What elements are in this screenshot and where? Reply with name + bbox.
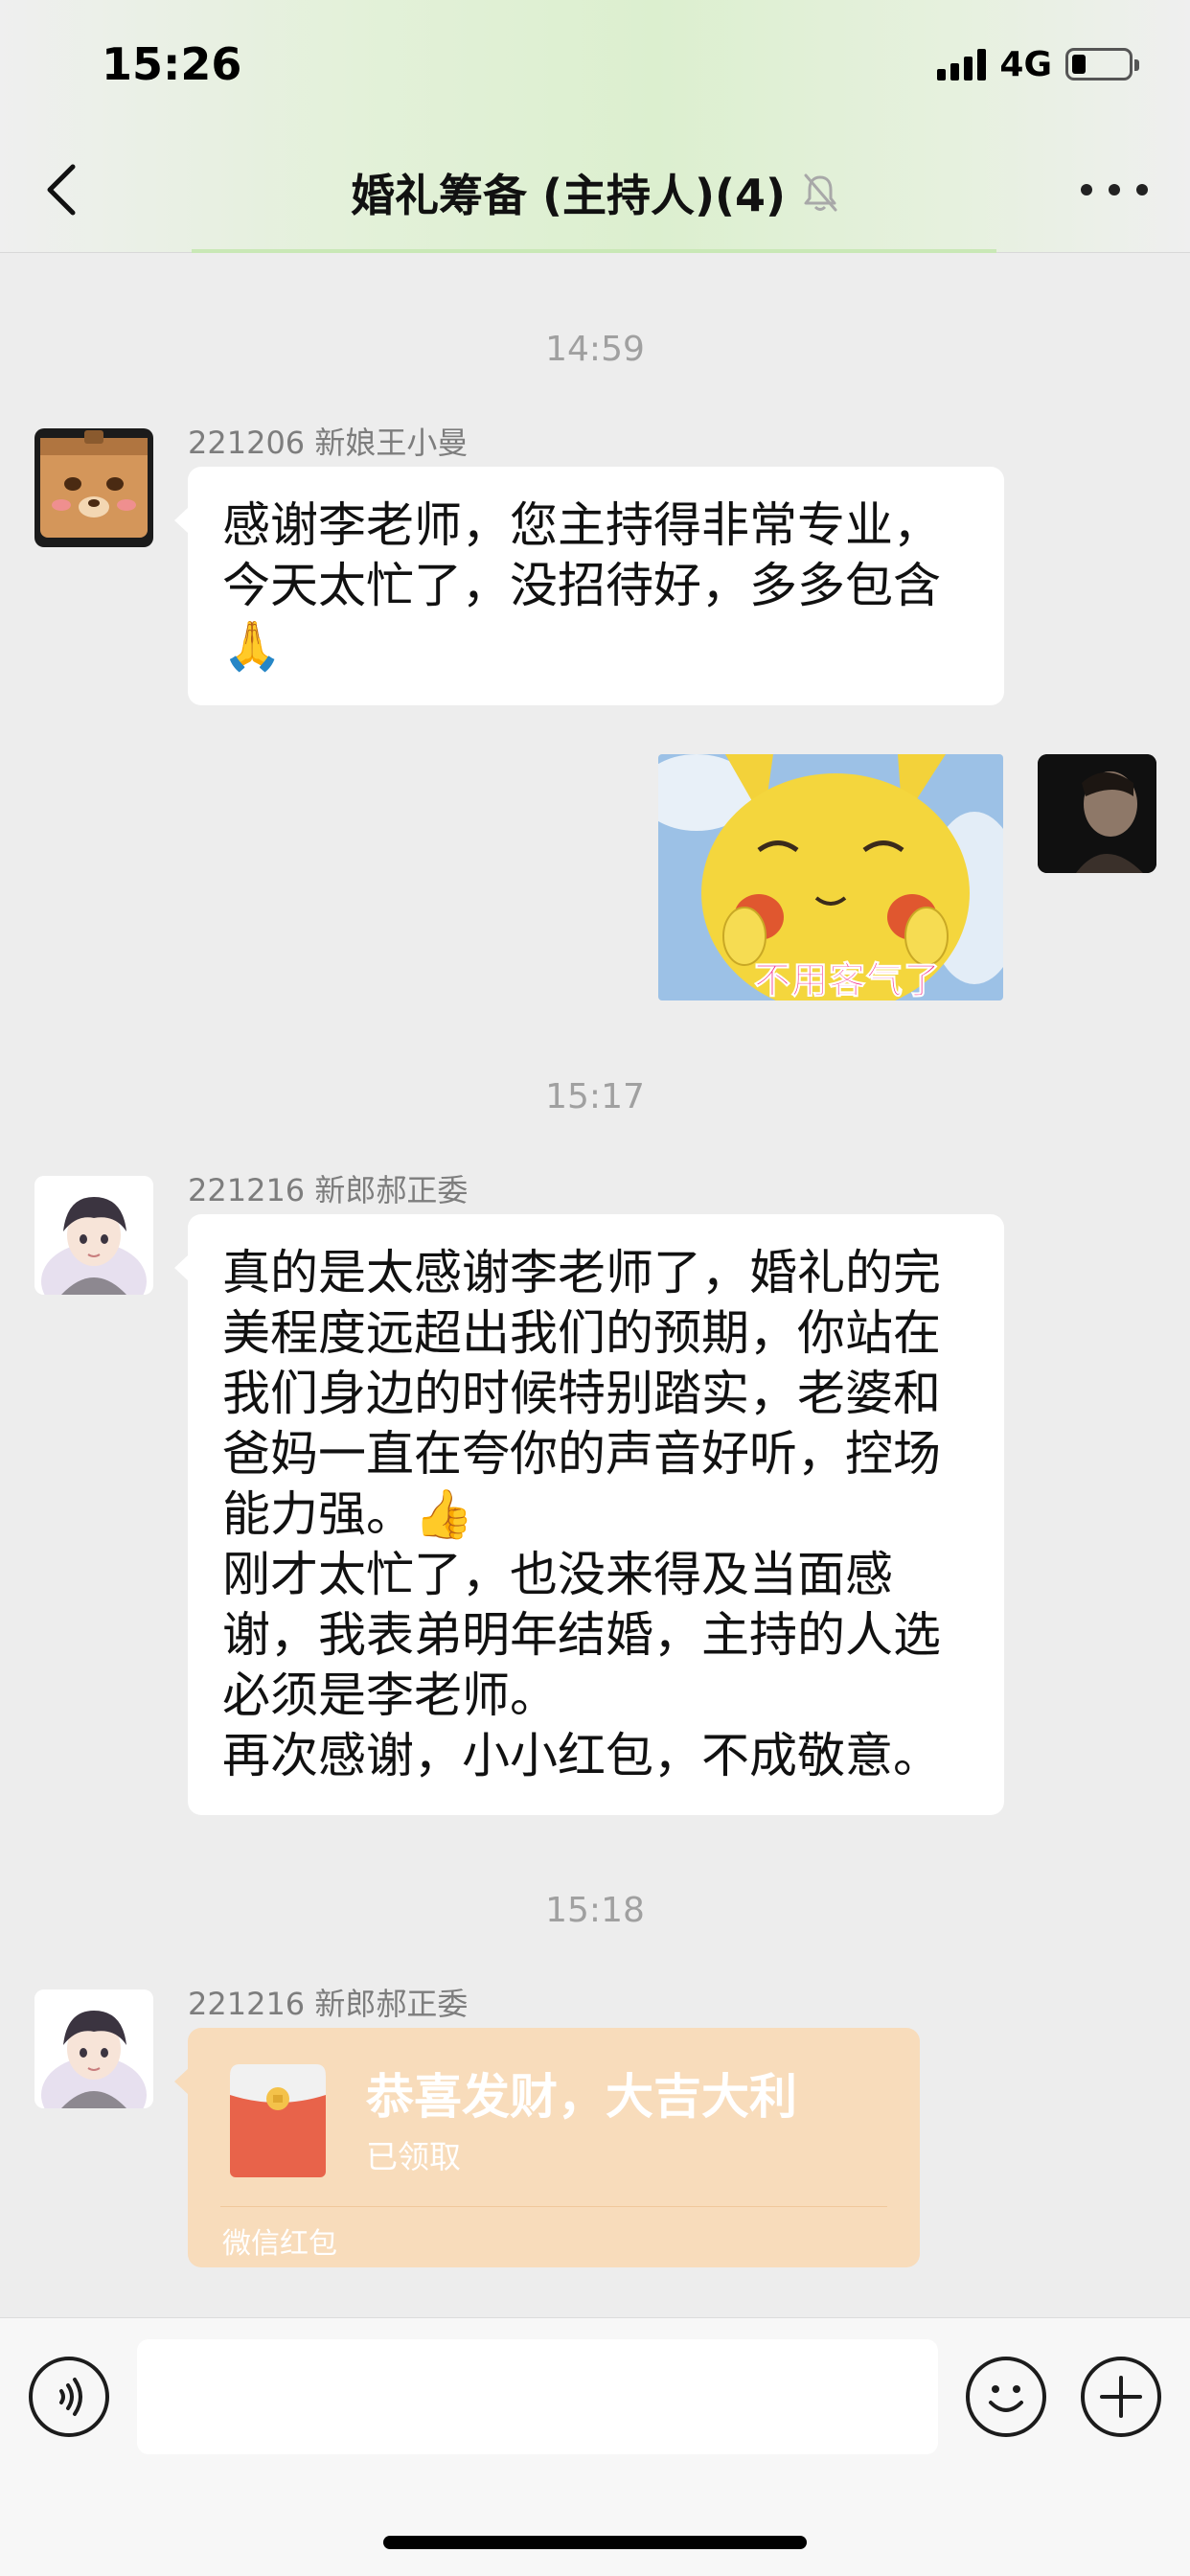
home-indicator[interactable] [383, 2536, 807, 2549]
red-packet-title: 恭喜发财，大吉大利 [366, 2069, 797, 2125]
sender-name: 221206 新娘王小曼 [188, 425, 469, 461]
message-timestamp: 15:17 [545, 1077, 645, 1116]
bell-slash-icon [804, 173, 837, 212]
sticker-image[interactable]: 不用客气了 [658, 754, 1003, 1000]
red-packet-divider [220, 2206, 887, 2207]
red-packet-status: 已领取 [366, 2138, 461, 2175]
network-type: 4G [999, 44, 1052, 84]
message-bubble[interactable]: 真的是太感谢李老师了，婚礼的完 美程度远超出我们的预期，你站在 我们身边的时候特… [174, 1214, 1004, 1815]
self-avatar-icon [1038, 754, 1156, 873]
message-bubble[interactable]: 感谢李老师，您主持得非常专业， 今天太忙了，没招待好，多多包含 🙏 [174, 467, 1004, 705]
message-timestamp: 15:18 [545, 1891, 645, 1930]
voice-wave-glyph [59, 2378, 82, 2416]
sender-name: 221216 新郎郝正委 [188, 1172, 469, 1208]
message-timestamp: 14:59 [545, 330, 645, 369]
sticker-caption: 不用客气了 [753, 959, 942, 1001]
groom-avatar-icon [34, 1990, 153, 2108]
avatar[interactable] [1038, 754, 1156, 873]
plus-glyph [1100, 2376, 1142, 2418]
more-dots-icon[interactable] [1081, 172, 1148, 207]
groom-avatar-icon [34, 1176, 153, 1295]
header-accent-line [192, 249, 996, 253]
avatar[interactable] [34, 1176, 153, 1295]
status-indicators: 4G [937, 42, 1139, 86]
red-packet-footer: 微信红包 [222, 2227, 337, 2261]
top-bar: 15:26 4G 婚礼筹备 (主持人)(4) [0, 0, 1190, 253]
chat-title[interactable]: 婚礼筹备 (主持人)(4) [351, 161, 786, 224]
status-time: 15:26 [102, 38, 242, 90]
emoji-icon[interactable] [966, 2357, 1046, 2437]
avatar[interactable] [34, 1990, 153, 2108]
smiley-glyph [989, 2385, 1023, 2412]
red-packet-icon [230, 2064, 326, 2177]
sender-name: 221216 新郎郝正委 [188, 1986, 469, 2022]
avatar[interactable] [34, 428, 153, 547]
signal-icon [937, 48, 987, 80]
voice-icon[interactable] [29, 2357, 109, 2437]
chat-title-wrap: 婚礼筹备 (主持人)(4) [0, 161, 1190, 224]
bear-avatar-icon [40, 430, 148, 538]
red-packet-message[interactable]: 恭喜发财，大吉大利 已领取 微信红包 [174, 2028, 920, 2267]
battery-icon [1065, 48, 1139, 80]
plus-icon[interactable] [1081, 2357, 1161, 2437]
message-input[interactable] [137, 2339, 938, 2454]
